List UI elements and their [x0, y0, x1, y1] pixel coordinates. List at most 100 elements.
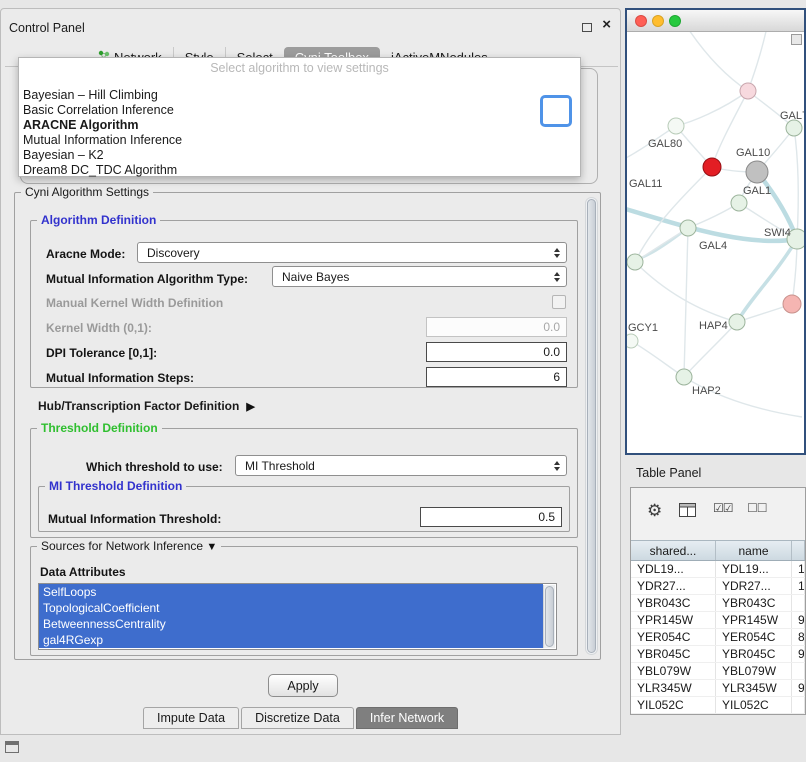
- mi-type-label: Mutual Information Algorithm Type:: [46, 272, 248, 286]
- aracne-mode-value: Discovery: [138, 246, 550, 260]
- algorithm-option[interactable]: Basic Correlation Inference: [23, 103, 576, 118]
- network-node[interactable]: [627, 334, 638, 348]
- node-label: GAL1: [743, 185, 771, 197]
- cell: 9.: [792, 612, 805, 628]
- cell: YLR345W: [631, 680, 716, 696]
- cell: YDR27...: [716, 578, 792, 594]
- sources-group-title[interactable]: Sources for Network Inference ▼: [37, 539, 221, 553]
- network-node[interactable]: [729, 314, 745, 330]
- network-node-labels: GAL7 GAL80 GAL10 GAL11 GAL1 SWI4 GAL4 GC…: [628, 110, 804, 397]
- cell: YBR045C: [716, 646, 792, 662]
- attribute-item-selected[interactable]: SelfLoops: [39, 584, 543, 600]
- algorithm-option[interactable]: Mutual Information Inference: [23, 133, 576, 148]
- aracne-mode-select[interactable]: Discovery: [137, 242, 567, 263]
- birdseye-toggle[interactable]: [791, 34, 802, 45]
- table-panel-title: Table Panel: [636, 466, 701, 480]
- cell: YER054C: [631, 629, 716, 645]
- cell: 12: [792, 578, 805, 594]
- network-graph: GAL7 GAL80 GAL10 GAL11 GAL1 SWI4 GAL4 GC…: [627, 32, 804, 453]
- network-node[interactable]: [786, 120, 802, 136]
- network-node[interactable]: [740, 83, 756, 99]
- cell: YPR145W: [716, 612, 792, 628]
- cell: YIL052C: [716, 697, 792, 713]
- attribute-item-selected[interactable]: BetweennessCentrality: [39, 616, 543, 632]
- close-traffic-light[interactable]: [635, 15, 647, 27]
- algorithm-option-selected[interactable]: ARACNE Algorithm: [23, 118, 576, 133]
- column-header-shared-name[interactable]: shared...: [631, 541, 716, 560]
- scrollbar-thumb[interactable]: [545, 586, 554, 647]
- close-icon[interactable]: ×: [602, 18, 611, 32]
- algorithm-option[interactable]: Bayesian – K2: [23, 148, 576, 163]
- tab-infer-network[interactable]: Infer Network: [356, 707, 458, 729]
- column-header[interactable]: [792, 541, 805, 560]
- hub-definition-expander[interactable]: Hub/Transcription Factor Definition ▶: [38, 399, 255, 413]
- network-node[interactable]: [676, 369, 692, 385]
- settings-scrollbar[interactable]: [585, 197, 598, 655]
- cell: YPR145W: [631, 612, 716, 628]
- cell: [792, 595, 805, 611]
- expand-arrow-icon: ▶: [246, 400, 254, 413]
- node-label: GAL10: [736, 147, 770, 159]
- sources-title-label: Sources for Network Inference: [41, 539, 203, 553]
- which-threshold-label: Which threshold to use:: [86, 460, 223, 474]
- network-node[interactable]: [746, 161, 768, 183]
- algorithm-option[interactable]: Dream8 DC_TDC Algorithm: [23, 163, 576, 178]
- zoom-traffic-light[interactable]: [669, 15, 681, 27]
- table-row[interactable]: YBR045C YBR045C 9.: [631, 646, 805, 663]
- scrollbar-thumb[interactable]: [587, 199, 596, 653]
- table-row[interactable]: YPR145W YPR145W 9.: [631, 612, 805, 629]
- table-row[interactable]: YDL19... YDL19... 13: [631, 561, 805, 578]
- which-threshold-select[interactable]: MI Threshold: [235, 455, 567, 476]
- gear-icon[interactable]: ⚙: [647, 501, 662, 521]
- group-title: Algorithm Definition: [37, 213, 160, 227]
- mi-steps-input[interactable]: 6: [426, 367, 567, 387]
- cell: 8.: [792, 629, 805, 645]
- attribute-item-selected[interactable]: TopologicalCoefficient: [39, 600, 543, 616]
- table-row[interactable]: YLR345W YLR345W 9.: [631, 680, 805, 697]
- attribute-item-selected[interactable]: gal4RGexp: [39, 632, 543, 648]
- network-node[interactable]: [783, 295, 801, 313]
- table-row[interactable]: YIL052C YIL052C: [631, 697, 805, 714]
- mi-type-select[interactable]: Naive Bayes: [272, 266, 567, 287]
- combo-stepper-icon: [550, 461, 566, 471]
- kernel-width-input: 0.0: [426, 317, 567, 337]
- node-label: HAP4: [699, 320, 728, 332]
- table-row[interactable]: YBL079W YBL079W: [631, 663, 805, 680]
- tab-impute-data[interactable]: Impute Data: [143, 707, 239, 729]
- attributes-scrollbar[interactable]: [543, 585, 555, 648]
- apply-button[interactable]: Apply: [268, 674, 338, 697]
- hub-definition-label: Hub/Transcription Factor Definition: [38, 399, 239, 413]
- column-header-name[interactable]: name: [716, 541, 792, 560]
- algorithm-option[interactable]: Bayesian – Hill Climbing: [23, 88, 576, 103]
- table-panel-window: ⚙ ☑☑ ☐☐ shared... name YDL19... YDL19...…: [630, 487, 806, 715]
- network-node[interactable]: [627, 254, 643, 270]
- mi-threshold-label: Mutual Information Threshold:: [48, 512, 221, 526]
- table-row[interactable]: YBR043C YBR043C: [631, 595, 805, 612]
- network-node-selected[interactable]: [703, 158, 721, 176]
- select-all-checks-icon[interactable]: ☑☑: [713, 501, 733, 515]
- cell: YBL079W: [716, 663, 792, 679]
- network-node[interactable]: [680, 220, 696, 236]
- table-row[interactable]: YDR27... YDR27... 12: [631, 578, 805, 595]
- tab-discretize-data[interactable]: Discretize Data: [241, 707, 354, 729]
- network-node[interactable]: [668, 118, 684, 134]
- network-canvas[interactable]: GAL7 GAL80 GAL10 GAL11 GAL1 SWI4 GAL4 GC…: [627, 32, 804, 453]
- combo-stepper-icon: [550, 248, 566, 258]
- node-label: GCY1: [628, 322, 658, 334]
- focused-field[interactable]: [540, 95, 572, 127]
- mi-type-value: Naive Bayes: [273, 270, 550, 284]
- deselect-all-checks-icon[interactable]: ☐☐: [747, 501, 767, 515]
- columns-icon[interactable]: [679, 503, 696, 520]
- float-window-icon[interactable]: [582, 23, 592, 32]
- collapse-arrow-icon: ▼: [206, 541, 217, 553]
- dpi-tolerance-input[interactable]: 0.0: [426, 342, 567, 362]
- network-window-titlebar[interactable]: [627, 10, 804, 32]
- group-title: Threshold Definition: [37, 421, 162, 435]
- network-node[interactable]: [731, 195, 747, 211]
- manual-kernel-checkbox: [552, 295, 566, 309]
- mi-threshold-input[interactable]: 0.5: [420, 507, 562, 527]
- minimized-panel-icon[interactable]: [5, 741, 19, 753]
- table-row[interactable]: YER054C YER054C 8.: [631, 629, 805, 646]
- cell: [792, 697, 805, 713]
- minimize-traffic-light[interactable]: [652, 15, 664, 27]
